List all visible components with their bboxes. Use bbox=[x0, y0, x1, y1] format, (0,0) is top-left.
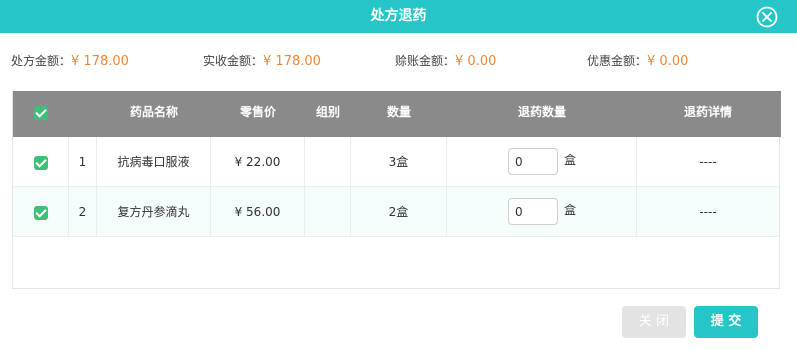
checkbox-checked-icon[interactable] bbox=[33, 155, 48, 170]
checkbox-checked-icon[interactable] bbox=[33, 205, 48, 220]
row-group bbox=[305, 187, 351, 237]
summary-label: 实收金额： bbox=[203, 54, 264, 68]
summary-label: 优惠金额： bbox=[587, 54, 648, 68]
table-row: 2 复方丹参滴丸 ¥ 56.00 2盒 盒 ---- bbox=[13, 187, 779, 237]
header-return-detail: 退药详情 bbox=[683, 105, 732, 119]
row-drug-name: 复方丹参滴丸 bbox=[97, 187, 211, 237]
summary-received-amount: 实收金额：¥ 178.00 bbox=[203, 52, 321, 70]
header-quantity: 数量 bbox=[386, 105, 411, 119]
summary-prescription-amount: 处方金额：¥ 178.00 bbox=[11, 52, 129, 70]
row-return-detail: ---- bbox=[699, 155, 717, 169]
row-group bbox=[305, 137, 351, 187]
row-drug-name: 抗病毒口服液 bbox=[97, 137, 211, 187]
row-quantity: 3盒 bbox=[351, 137, 447, 187]
row-quantity: 2盒 bbox=[351, 187, 447, 237]
header-price: 零售价 bbox=[239, 105, 276, 119]
table-row: 1 抗病毒口服液 ¥ 22.00 3盒 盒 ---- bbox=[13, 137, 779, 187]
return-quantity-input[interactable] bbox=[508, 198, 558, 225]
return-quantity-unit: 盒 bbox=[564, 203, 577, 217]
dialog-title: 处方退药 bbox=[370, 8, 427, 24]
checkbox-checked-icon[interactable] bbox=[34, 105, 48, 120]
return-quantity-input[interactable] bbox=[508, 148, 558, 175]
summary-discount-amount: 优惠金额：¥ 0.00 bbox=[587, 52, 688, 70]
close-button[interactable]: 关 闭 bbox=[622, 306, 686, 338]
row-return-quantity-cell: 盒 bbox=[447, 137, 637, 187]
summary-label: 处方金额： bbox=[11, 54, 72, 68]
summary-value: ¥ 178.00 bbox=[263, 54, 321, 69]
row-return-detail: ---- bbox=[699, 205, 717, 219]
close-icon[interactable] bbox=[756, 6, 778, 28]
row-select-cell[interactable] bbox=[13, 187, 69, 237]
row-return-quantity-cell: 盒 bbox=[447, 187, 637, 237]
row-index: 2 bbox=[69, 187, 97, 237]
summary-credit-amount: 赊账金额：¥ 0.00 bbox=[395, 52, 496, 70]
row-price: ¥ 56.00 bbox=[211, 187, 305, 237]
table-header: 药品名称 零售价 组别 数量 退药数量 退药详情 bbox=[13, 91, 781, 137]
header-drug-name: 药品名称 bbox=[129, 105, 178, 119]
row-price: ¥ 22.00 bbox=[211, 137, 305, 187]
header-group: 组别 bbox=[315, 105, 340, 119]
return-quantity-unit: 盒 bbox=[564, 153, 577, 167]
header-return-quantity: 退药数量 bbox=[517, 105, 566, 119]
summary-value: ¥ 0.00 bbox=[455, 54, 497, 69]
summary-value: ¥ 178.00 bbox=[71, 54, 129, 69]
header-select-all[interactable] bbox=[13, 91, 69, 137]
row-select-cell[interactable] bbox=[13, 137, 69, 187]
submit-button[interactable]: 提 交 bbox=[694, 306, 758, 338]
row-index: 1 bbox=[69, 137, 97, 187]
return-drug-table: 药品名称 零售价 组别 数量 退药数量 退药详情 1 抗病毒口服液 ¥ 22.0… bbox=[12, 91, 781, 289]
summary-value: ¥ 0.00 bbox=[647, 54, 689, 69]
summary-label: 赊账金额： bbox=[395, 54, 456, 68]
